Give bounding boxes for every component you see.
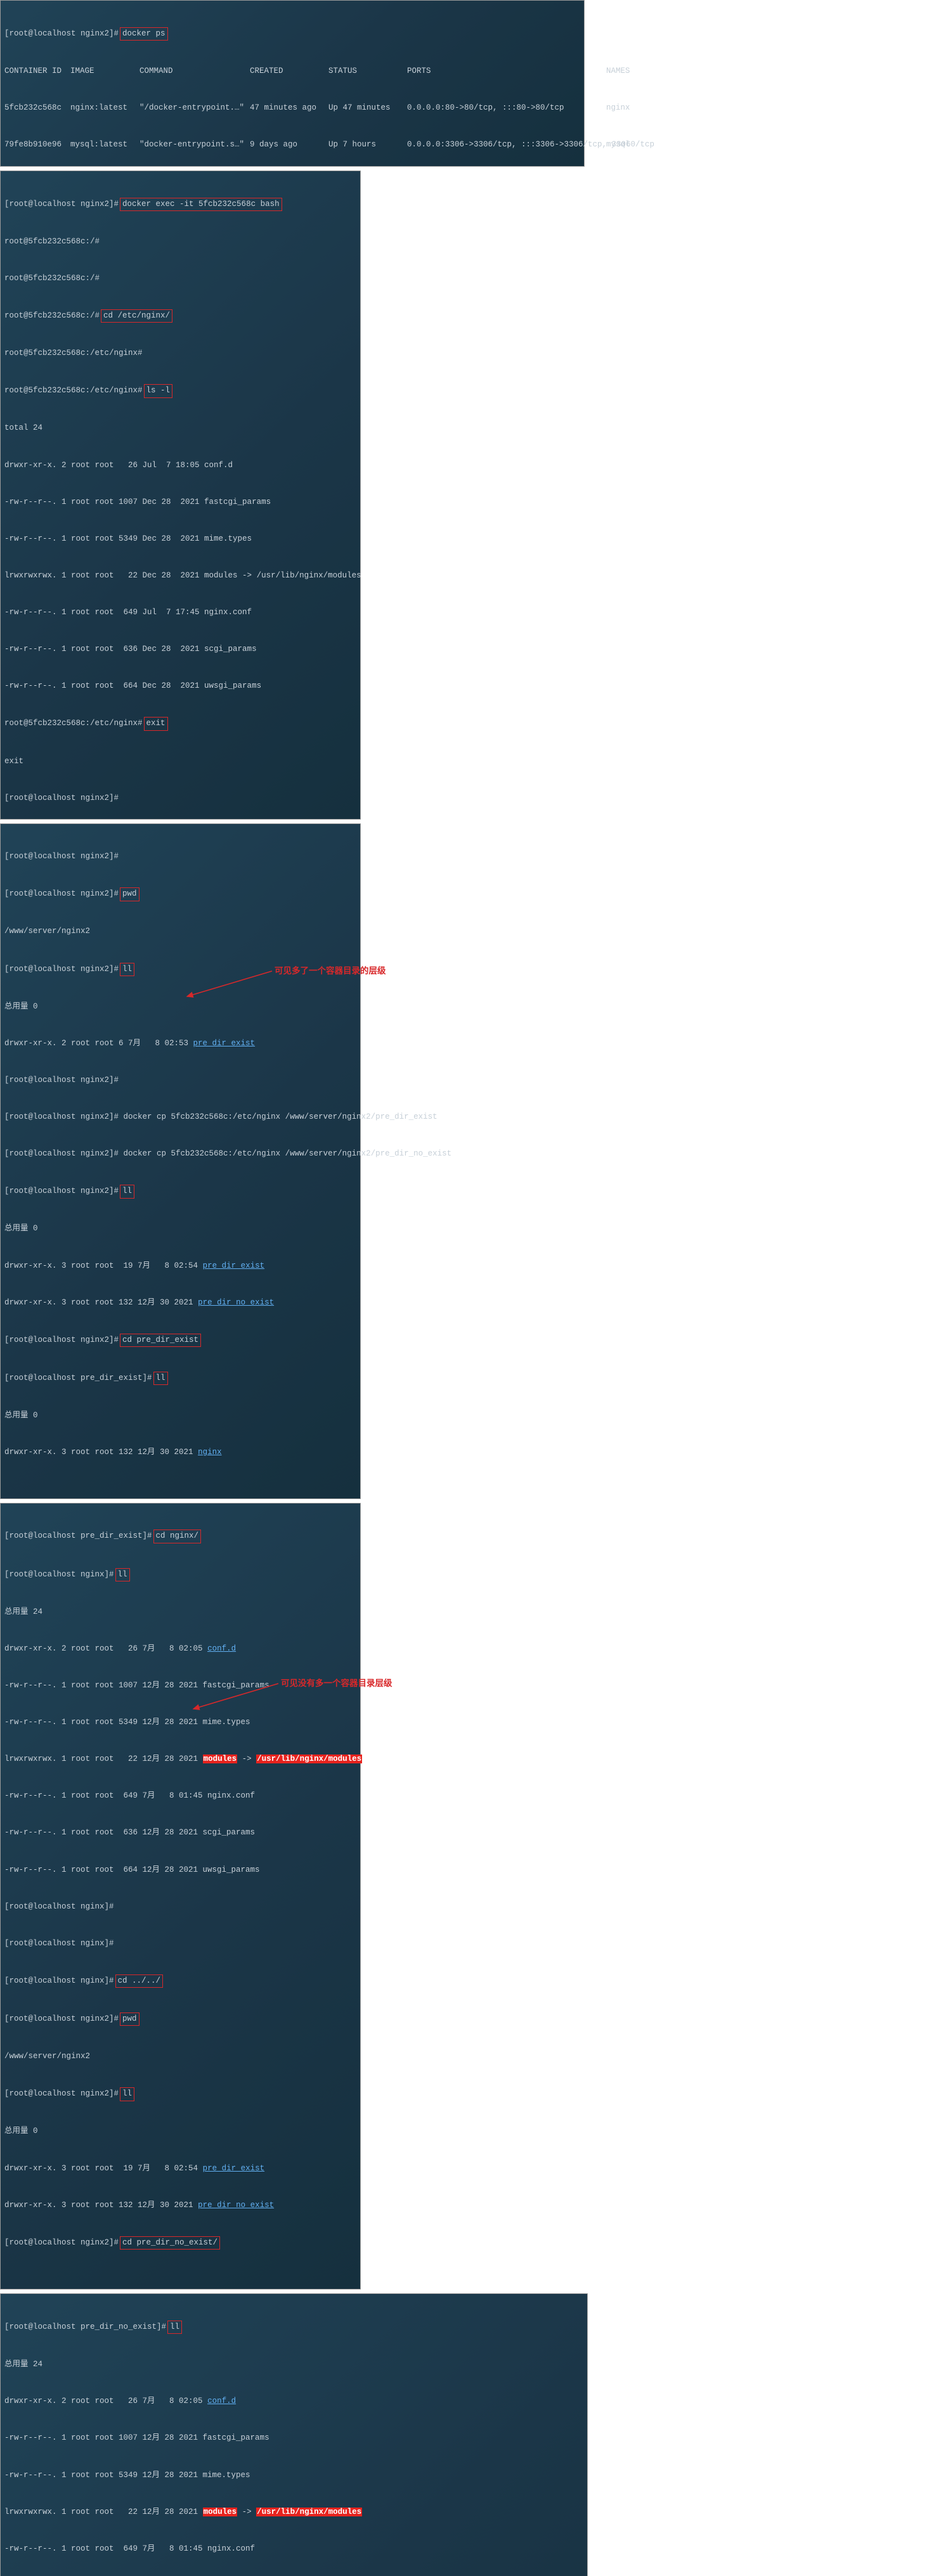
- cmd-ll: ll: [120, 1185, 134, 1198]
- modules-highlight: modules: [203, 1755, 238, 1763]
- list-item: -rw-r--r--. 1 root root 664 12月 28 2021 …: [4, 1864, 356, 1876]
- modules-target-highlight: /usr/lib/nginx/modules: [256, 2508, 362, 2516]
- table-row: 79fe8b910e96 mysql:latest "docker-entryp…: [4, 139, 580, 151]
- dir-link: conf.d: [207, 1644, 236, 1653]
- dir-link: nginx: [198, 1448, 222, 1457]
- cmd-cd: cd /etc/nginx/: [101, 309, 172, 323]
- cmd-cd: cd pre_dir_no_exist/: [120, 2236, 220, 2250]
- table-row: 5fcb232c568c nginx:latest "/docker-entry…: [4, 102, 580, 114]
- col-names: NAMES: [606, 65, 644, 77]
- col-command: COMMAND: [139, 65, 247, 77]
- dir-link: pre_dir_no_exist: [198, 1298, 274, 1307]
- terminal-panel-5: [root@localhost pre_dir_no_exist]#ll 总用量…: [0, 2293, 588, 2576]
- arrow-icon: [190, 1681, 282, 1713]
- list-item: drwxr-xr-x. 2 root root 26 Jul 7 18:05 c…: [4, 460, 356, 472]
- cmd-ls: ls -l: [144, 384, 173, 397]
- list-item: drwxr-xr-x. 3 root root 132 12月 30 2021 …: [4, 2199, 356, 2212]
- list-item: -rw-r--r--. 1 root root 636 12月 28 2021 …: [4, 1827, 356, 1839]
- list-item: -rw-r--r--. 1 root root 649 7月 8 01:45 n…: [4, 1790, 356, 1802]
- list-item: drwxr-xr-x. 2 root root 6 7月 8 02:53 pre…: [4, 1038, 356, 1050]
- cmd-ll: ll: [120, 963, 134, 976]
- cmd-pwd: pwd: [120, 2012, 139, 2026]
- modules-target-highlight: /usr/lib/nginx/modules: [256, 1755, 362, 1763]
- list-item: drwxr-xr-x. 3 root root 19 7月 8 02:54 pr…: [4, 2163, 356, 2175]
- annotation-text: 可见多了一个容器目录的层级: [275, 965, 386, 978]
- cmd-ll: ll: [153, 1372, 168, 1385]
- col-ports: PORTS: [407, 65, 604, 77]
- cmd-cd: cd nginx/: [153, 1530, 202, 1543]
- list-item: -rw-r--r--. 1 root root 649 7月 8 01:45 n…: [4, 2543, 583, 2555]
- dir-link: conf.d: [207, 2397, 236, 2405]
- list-item: -rw-r--r--. 1 root root 1007 Dec 28 2021…: [4, 496, 356, 508]
- arrow-icon: [183, 969, 275, 1000]
- cmd-exit: exit: [144, 717, 168, 730]
- cmd-docker-cp: [root@localhost nginx2]# docker cp 5fcb2…: [4, 1148, 356, 1160]
- list-item: -rw-r--r--. 1 root root 649 Jul 7 17:45 …: [4, 607, 356, 619]
- col-created: CREATED: [250, 65, 326, 77]
- table-header: CONTAINER ID IMAGE COMMAND CREATED STATU…: [4, 65, 580, 77]
- list-item: lrwxrwxrwx. 1 root root 22 12月 28 2021 m…: [4, 2506, 583, 2518]
- cmd-ll: ll: [167, 2321, 182, 2334]
- list-item: -rw-r--r--. 1 root root 636 Dec 28 2021 …: [4, 643, 356, 655]
- cmd-cd: cd pre_dir_exist: [120, 1334, 201, 1347]
- dir-link: pre_dir_exist: [203, 1261, 265, 1270]
- cmd-docker-ps: docker ps: [120, 27, 168, 41]
- modules-highlight: modules: [203, 2508, 238, 2516]
- list-item: -rw-r--r--. 1 root root 1007 12月 28 2021…: [4, 2432, 583, 2444]
- cmd-docker-exec: docker exec -it 5fcb232c568c bash: [120, 198, 282, 211]
- list-item: drwxr-xr-x. 2 root root 26 7月 8 02:05 co…: [4, 2395, 583, 2407]
- list-item: -rw-r--r--. 1 root root 5349 12月 28 2021…: [4, 1716, 356, 1729]
- list-item: drwxr-xr-x. 2 root root 26 7月 8 02:05 co…: [4, 1643, 356, 1655]
- terminal-panel-2: [root@localhost nginx2]#docker exec -it …: [0, 171, 361, 820]
- terminal-panel-1: [root@localhost nginx2]# docker ps CONTA…: [0, 0, 585, 167]
- list-item: -rw-r--r--. 1 root root 5349 Dec 28 2021…: [4, 533, 356, 545]
- terminal-panel-3: [root@localhost nginx2]# [root@localhost…: [0, 823, 361, 1498]
- dir-link: pre_dir_exist: [203, 2164, 265, 2173]
- list-item: drwxr-xr-x. 3 root root 132 12月 30 2021 …: [4, 1297, 356, 1309]
- list-item: drwxr-xr-x. 3 root root 132 12月 30 2021 …: [4, 1446, 356, 1459]
- dir-link: pre_dir_exist: [193, 1039, 256, 1048]
- col-status: STATUS: [328, 65, 405, 77]
- list-item: -rw-r--r--. 1 root root 5349 12月 28 2021…: [4, 2470, 583, 2482]
- col-image: IMAGE: [70, 65, 137, 77]
- list-item: -rw-r--r--. 1 root root 664 Dec 28 2021 …: [4, 680, 356, 692]
- cmd-ll: ll: [115, 1568, 130, 1581]
- cmd-cd: cd ../../: [115, 1974, 164, 1988]
- dir-link: pre_dir_no_exist: [198, 2201, 274, 2210]
- annotation-text: 可见没有多一个容器目录层级: [281, 1677, 392, 1690]
- prompt-line: [root@localhost nginx2]# docker ps: [4, 27, 580, 41]
- cmd-docker-cp: [root@localhost nginx2]# docker cp 5fcb2…: [4, 1111, 356, 1123]
- list-item: drwxr-xr-x. 3 root root 19 7月 8 02:54 pr…: [4, 1260, 356, 1272]
- terminal-panel-4: [root@localhost pre_dir_exist]#cd nginx/…: [0, 1503, 361, 2290]
- cmd-pwd: pwd: [120, 887, 139, 901]
- col-container-id: CONTAINER ID: [4, 65, 68, 77]
- cmd-ll: ll: [120, 2087, 134, 2101]
- list-item: lrwxrwxrwx. 1 root root 22 Dec 28 2021 m…: [4, 570, 356, 582]
- prompt: [root@localhost nginx2]#: [4, 28, 119, 40]
- list-item: lrwxrwxrwx. 1 root root 22 12月 28 2021 m…: [4, 1753, 356, 1765]
